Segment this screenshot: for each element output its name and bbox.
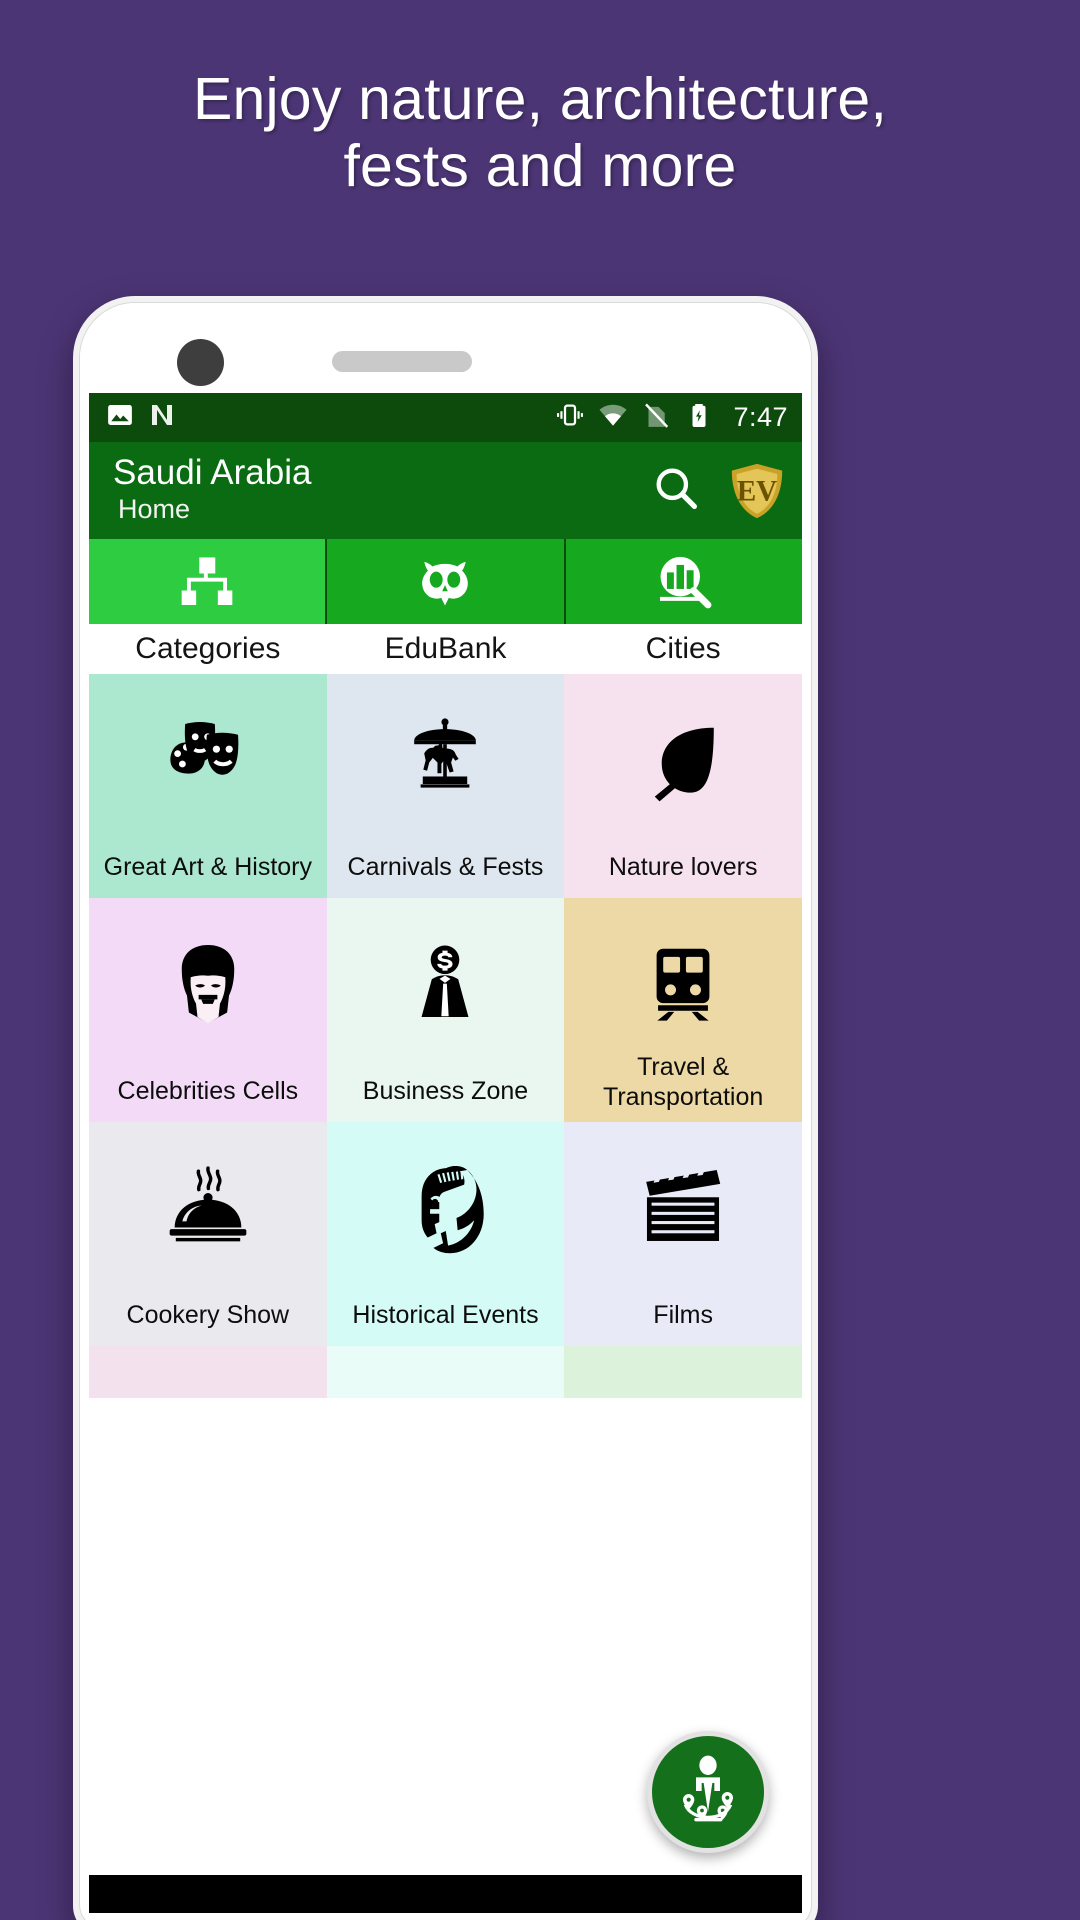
ev-shield-logo[interactable]: EV bbox=[726, 460, 788, 522]
category-tile-historical-events[interactable]: Historical Events bbox=[326, 1122, 565, 1346]
businessman-dollar-icon bbox=[327, 898, 565, 1070]
nova-launcher-icon bbox=[147, 400, 177, 435]
celebrity-face-icon bbox=[89, 898, 327, 1070]
search-icon[interactable] bbox=[650, 462, 702, 519]
tour-guide-fab[interactable] bbox=[647, 1731, 769, 1853]
phone-body: 7:47 Saudi Arabia Home EV Categories Edu… bbox=[79, 302, 812, 1920]
tab-categories[interactable] bbox=[89, 539, 328, 624]
status-bar: 7:47 bbox=[89, 393, 802, 442]
clapperboard-icon bbox=[564, 1122, 802, 1294]
app-bar-titles: Saudi Arabia Home bbox=[113, 454, 311, 526]
category-tile-carnivals-fests[interactable]: Carnivals & Fests bbox=[326, 674, 565, 898]
phone-mockup: 7:47 Saudi Arabia Home EV Categories Edu… bbox=[73, 296, 818, 1920]
vibrate-icon bbox=[555, 400, 585, 435]
tour-guide-icon bbox=[668, 1750, 748, 1835]
front-camera-icon bbox=[177, 339, 224, 386]
page-title: Saudi Arabia bbox=[113, 453, 312, 493]
battery-charging-icon bbox=[684, 400, 714, 435]
food-cloche-icon bbox=[89, 1122, 327, 1294]
category-label: Travel & Transportation bbox=[603, 1053, 764, 1111]
category-grid: Great Art & History Carnivals & Fests Na… bbox=[89, 674, 802, 1398]
promo-line-1: Enjoy nature, architecture, bbox=[192, 66, 888, 132]
tab-label-row: Categories EduBank Cities bbox=[89, 624, 802, 674]
wifi-icon bbox=[598, 400, 628, 435]
spartan-helmet-icon bbox=[327, 1122, 565, 1294]
status-bar-clock: 7:47 bbox=[733, 402, 788, 432]
page-subtitle: Home bbox=[118, 493, 191, 524]
tab-label-cities[interactable]: Cities bbox=[564, 624, 802, 674]
owl-icon bbox=[414, 551, 476, 613]
category-tile-cookery-show[interactable]: Cookery Show bbox=[89, 1122, 327, 1346]
app-bar: Saudi Arabia Home EV bbox=[89, 442, 802, 539]
earpiece-speaker bbox=[332, 351, 472, 372]
phone-top-bezel bbox=[80, 303, 811, 393]
svg-text:EV: EV bbox=[737, 475, 777, 507]
category-label: Carnivals & Fests bbox=[347, 852, 544, 881]
category-label: Nature lovers bbox=[608, 852, 758, 881]
category-tile-partial-1[interactable] bbox=[89, 1346, 327, 1398]
category-tile-nature-lovers[interactable]: Nature lovers bbox=[564, 674, 802, 898]
category-tile-travel-transportation[interactable]: Travel & Transportation bbox=[564, 898, 802, 1122]
tab-label-categories[interactable]: Categories bbox=[89, 624, 327, 674]
category-label: Historical Events bbox=[352, 1300, 539, 1329]
category-tile-partial-3[interactable] bbox=[564, 1346, 802, 1398]
category-label: Celebrities Cells bbox=[117, 1076, 299, 1105]
train-icon bbox=[564, 898, 802, 1070]
tab-label-edubank[interactable]: EduBank bbox=[327, 624, 565, 674]
tab-bar bbox=[89, 539, 802, 624]
tab-edubank[interactable] bbox=[327, 539, 566, 624]
carousel-icon bbox=[327, 674, 565, 846]
category-tile-partial-2[interactable] bbox=[326, 1346, 565, 1398]
promo-line-2: fests and more bbox=[343, 132, 737, 199]
category-label: Cookery Show bbox=[126, 1300, 290, 1329]
category-label: Business Zone bbox=[362, 1076, 529, 1105]
promo-headline: Enjoy nature, architecture, fests and mo… bbox=[0, 66, 1080, 199]
hierarchy-icon bbox=[176, 551, 238, 613]
category-tile-celebrities-cells[interactable]: Celebrities Cells bbox=[89, 898, 327, 1122]
category-tile-business-zone[interactable]: Business Zone bbox=[326, 898, 565, 1122]
category-tile-great-art-history[interactable]: Great Art & History bbox=[89, 674, 327, 898]
category-tile-films[interactable]: Films bbox=[564, 1122, 802, 1346]
phone-screen: 7:47 Saudi Arabia Home EV Categories Edu… bbox=[89, 393, 802, 1913]
android-navigation-bar bbox=[89, 1875, 802, 1913]
photo-icon bbox=[105, 400, 135, 435]
status-bar-left-icons bbox=[105, 400, 177, 435]
app-bar-actions: EV bbox=[650, 460, 788, 522]
theater-masks-palette-icon bbox=[89, 674, 327, 846]
no-sim-icon bbox=[641, 400, 671, 435]
category-label: Great Art & History bbox=[103, 852, 313, 881]
category-label: Films bbox=[653, 1300, 714, 1329]
tab-cities[interactable] bbox=[565, 539, 802, 624]
city-search-icon bbox=[652, 550, 716, 614]
leaf-icon bbox=[564, 674, 802, 846]
status-bar-right-icons: 7:47 bbox=[555, 400, 788, 435]
